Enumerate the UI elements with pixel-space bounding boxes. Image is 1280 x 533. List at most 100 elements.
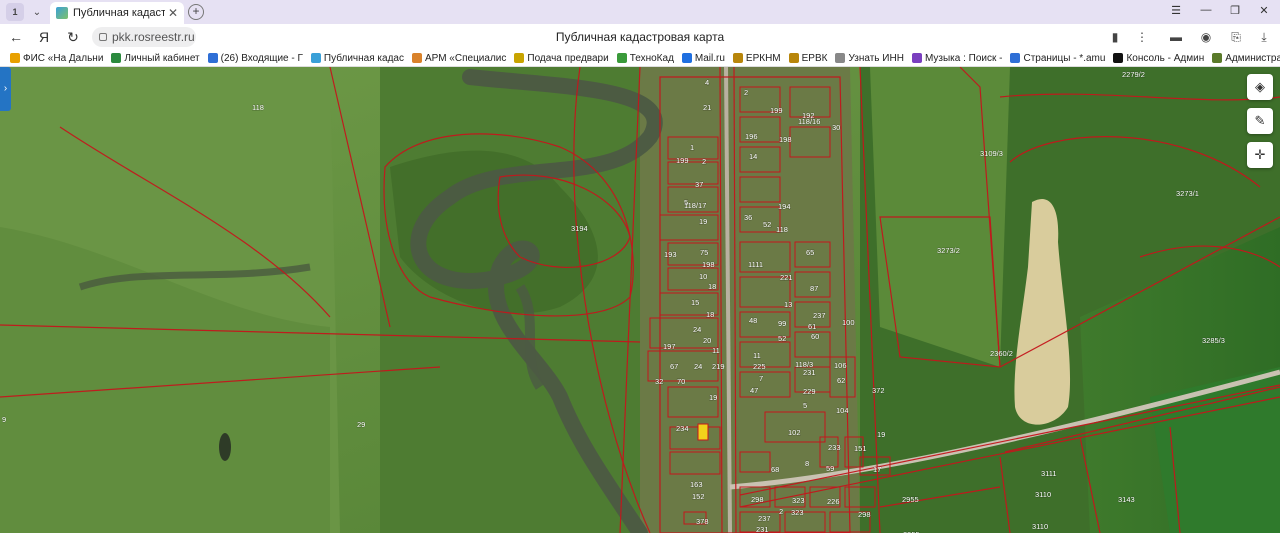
parcel-number-label: 3110 — [1035, 490, 1051, 499]
bookmark-icon[interactable]: ▮ — [1107, 29, 1123, 45]
parcel-number-label: 323 — [791, 508, 804, 517]
tab-active[interactable]: Публичная кадастровая карта ✕ — [50, 2, 184, 24]
parcel-number-label: 68 — [771, 465, 779, 474]
bookmark-item[interactable]: Подача предвари — [514, 53, 609, 64]
bookmark-item[interactable]: Узнать ИНН — [835, 52, 904, 64]
parcel-number-label: 221 — [780, 273, 793, 282]
bookmark-label: Публичная кадас — [323, 52, 404, 64]
bookmark-item[interactable]: Публичная кадас — [310, 52, 404, 64]
parcel-number-label: 104 — [836, 406, 849, 415]
parcel-number-label: 14 — [749, 152, 757, 161]
parcel-number-label: 229 — [803, 387, 816, 396]
parcel-number-label: 118/17 — [684, 201, 706, 210]
parcel-number-label: 24 — [694, 362, 702, 371]
parcel-number-label: 199 — [676, 156, 689, 165]
parcel-number-label: 1 — [690, 143, 694, 152]
new-tab-button[interactable]: + — [188, 4, 204, 20]
parcel-number-label: 237 — [813, 311, 826, 320]
bookmark-label: ФИС «На Дальни — [23, 52, 104, 64]
yandex-icon[interactable]: Я — [35, 28, 53, 46]
bookmark-item[interactable]: Консоль - Админ — [1113, 53, 1204, 64]
parcel-number-label: 2 — [779, 507, 783, 516]
bookmark-item[interactable]: ЕРКНМ — [732, 52, 781, 64]
parcel-number-label: 19 — [877, 430, 885, 439]
parcel-number-label: 118/16 — [798, 117, 820, 126]
back-arrow-icon[interactable]: ← — [7, 28, 25, 46]
parcel-number-label: 163 — [690, 480, 703, 489]
tab-count-badge[interactable]: 1 — [6, 3, 24, 21]
parcel-number-label: 4 — [705, 78, 709, 87]
parcel-number-label: 2 — [702, 157, 706, 166]
sidebar-expand-chevron-icon[interactable]: › — [0, 67, 11, 111]
bookmark-item[interactable]: Страницы - *.amu — [1010, 53, 1105, 64]
bookmark-favicon-icon — [310, 53, 321, 63]
bookmark-item[interactable]: Mail.ru — [681, 52, 725, 64]
bookmark-item[interactable]: ТехноКад — [616, 53, 674, 64]
bookmark-item[interactable]: ФИС «На Дальни — [10, 53, 103, 64]
bookmark-label: ЕРКНМ — [745, 52, 781, 64]
parcel-number-label: 61 — [808, 322, 816, 331]
bookmark-favicon-icon — [1113, 53, 1124, 63]
parcel-number-label: 10 — [699, 272, 707, 281]
reload-icon[interactable]: ↻ — [64, 28, 82, 46]
page-title: Публичная кадастровая карта — [555, 30, 725, 44]
parcel-number-label: 118 — [776, 225, 788, 234]
more-vertical-icon[interactable]: ⋮ — [1134, 29, 1150, 45]
parcel-number-label: 18 — [708, 282, 716, 291]
parcel-number-label: 3109/3 — [980, 149, 1003, 158]
parcel-number-label: 20 — [703, 336, 711, 345]
extension-icon[interactable]: ▬ — [1168, 29, 1184, 45]
parcel-number-label: 234 — [676, 424, 689, 433]
parcel-number-label: 3111 — [1041, 469, 1057, 478]
parcel-number-label: 9 — [2, 415, 6, 424]
minimize-icon[interactable]: — — [1198, 4, 1214, 16]
parcel-number-label: 151 — [854, 444, 867, 453]
bookmark-label: (26) Входящие - Г — [220, 52, 303, 64]
locate-icon[interactable]: ✛ — [1247, 142, 1273, 168]
parcel-number-label: 378 — [696, 517, 709, 526]
collections-icon[interactable]: ⎘ — [1228, 29, 1244, 45]
parcel-number-label: 62 — [837, 376, 845, 385]
window-close-icon[interactable]: ✕ — [1256, 4, 1272, 17]
bookmark-item[interactable]: Администрация — [1212, 53, 1280, 64]
bookmark-label: Mail.ru — [694, 52, 725, 64]
bookmark-label: Администрация — [1225, 52, 1280, 64]
parcel-number-label: 32 — [655, 377, 663, 386]
layers-icon[interactable]: ◈ — [1247, 74, 1273, 100]
alice-icon[interactable]: ◉ — [1198, 29, 1214, 45]
parcel-number-label: 75 — [700, 248, 708, 257]
parcel-number-label: 30 — [832, 123, 840, 132]
parcel-number-label: 24 — [693, 325, 701, 334]
menu-icon[interactable]: ☰ — [1168, 4, 1184, 17]
parcel-number-label: 36 — [744, 213, 752, 222]
ruler-icon[interactable]: ✎ — [1247, 108, 1273, 134]
parcel-number-label: 298 — [751, 495, 764, 504]
bookmark-label: Узнать ИНН — [848, 52, 904, 64]
parcel-number-label: 3110 — [1032, 522, 1048, 531]
close-icon[interactable]: ✕ — [168, 6, 178, 20]
bookmark-favicon-icon — [911, 53, 922, 63]
bookmark-item[interactable]: ЕРВК — [788, 52, 828, 64]
bookmark-label: ЕРВК — [801, 52, 828, 64]
parcel-number-label: 102 — [788, 428, 801, 437]
bookmark-item[interactable]: Музыка : Поиск - — [911, 52, 1003, 64]
bookmark-item[interactable]: Личный кабинет — [111, 53, 200, 64]
parcel-number-label: 194 — [778, 202, 791, 211]
bookmark-label: Консоль - Админ — [1126, 52, 1205, 64]
chevron-down-icon[interactable]: ⌄ — [28, 3, 46, 21]
parcel-number-label: 199 — [770, 106, 783, 115]
bookmark-label: Музыка : Поиск - — [924, 52, 1003, 64]
parcel-number-label: 323 — [792, 496, 805, 505]
parcel-number-label: 29 — [357, 420, 365, 429]
parcel-number-label: 2955 — [902, 495, 919, 504]
bookmark-item[interactable]: (26) Входящие - Г — [207, 52, 303, 64]
bookmarks-bar: ФИС «На Дальни Личный кабинет (26) Входящи… — [0, 50, 1280, 67]
restore-icon[interactable]: ❐ — [1227, 4, 1243, 17]
url-field[interactable]: pkk.rosreestr.ru — [92, 27, 196, 47]
bookmark-favicon-icon — [411, 53, 422, 63]
parcel-number-label: 47 — [750, 386, 758, 395]
bookmark-item[interactable]: АРМ «Специалис — [411, 53, 506, 64]
selected-parcel-highlight — [697, 423, 709, 441]
download-icon[interactable]: ⤓ — [1256, 29, 1272, 45]
cadastral-map[interactable]: 118 3194 29 9 4 2 21 199 192 118/16 30 196 198 1 14 199… — [0, 67, 1280, 533]
